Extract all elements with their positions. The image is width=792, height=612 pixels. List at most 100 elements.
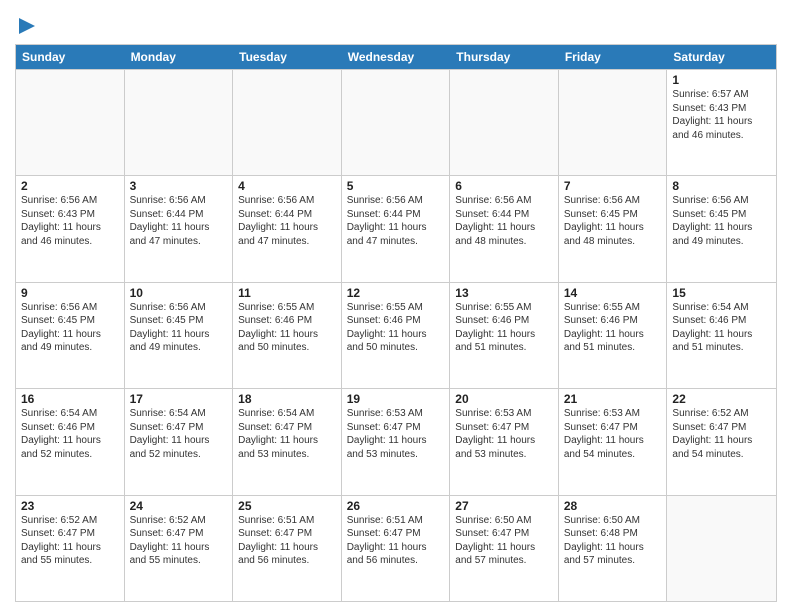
day-info: Sunrise: 6:56 AMSunset: 6:44 PMDaylight:… xyxy=(347,194,445,248)
calendar-body: 1Sunrise: 6:57 AMSunset: 6:43 PMDaylight… xyxy=(16,69,776,601)
logo-icon xyxy=(17,14,37,38)
calendar-cell xyxy=(667,496,776,601)
calendar-row: 2Sunrise: 6:56 AMSunset: 6:43 PMDaylight… xyxy=(16,175,776,281)
calendar-cell: 2Sunrise: 6:56 AMSunset: 6:43 PMDaylight… xyxy=(16,176,125,281)
calendar-header: SundayMondayTuesdayWednesdayThursdayFrid… xyxy=(16,45,776,69)
day-info: Sunrise: 6:54 AMSunset: 6:47 PMDaylight:… xyxy=(238,407,336,461)
calendar-row: 16Sunrise: 6:54 AMSunset: 6:46 PMDayligh… xyxy=(16,388,776,494)
calendar: SundayMondayTuesdayWednesdayThursdayFrid… xyxy=(15,44,777,602)
day-number: 19 xyxy=(347,392,445,406)
day-number: 2 xyxy=(21,179,119,193)
calendar-cell xyxy=(233,70,342,175)
day-number: 27 xyxy=(455,499,553,513)
day-number: 12 xyxy=(347,286,445,300)
day-info: Sunrise: 6:56 AMSunset: 6:43 PMDaylight:… xyxy=(21,194,119,248)
calendar-cell: 20Sunrise: 6:53 AMSunset: 6:47 PMDayligh… xyxy=(450,389,559,494)
weekday-header: Friday xyxy=(559,45,668,69)
calendar-cell: 5Sunrise: 6:56 AMSunset: 6:44 PMDaylight… xyxy=(342,176,451,281)
calendar-cell: 12Sunrise: 6:55 AMSunset: 6:46 PMDayligh… xyxy=(342,283,451,388)
day-number: 26 xyxy=(347,499,445,513)
day-info: Sunrise: 6:53 AMSunset: 6:47 PMDaylight:… xyxy=(455,407,553,461)
calendar-cell xyxy=(125,70,234,175)
calendar-row: 1Sunrise: 6:57 AMSunset: 6:43 PMDaylight… xyxy=(16,69,776,175)
day-info: Sunrise: 6:56 AMSunset: 6:45 PMDaylight:… xyxy=(672,194,771,248)
calendar-cell: 16Sunrise: 6:54 AMSunset: 6:46 PMDayligh… xyxy=(16,389,125,494)
weekday-header: Thursday xyxy=(450,45,559,69)
calendar-row: 23Sunrise: 6:52 AMSunset: 6:47 PMDayligh… xyxy=(16,495,776,601)
calendar-cell: 3Sunrise: 6:56 AMSunset: 6:44 PMDaylight… xyxy=(125,176,234,281)
day-info: Sunrise: 6:55 AMSunset: 6:46 PMDaylight:… xyxy=(564,301,662,355)
day-number: 23 xyxy=(21,499,119,513)
weekday-header: Sunday xyxy=(16,45,125,69)
day-number: 8 xyxy=(672,179,771,193)
calendar-cell: 17Sunrise: 6:54 AMSunset: 6:47 PMDayligh… xyxy=(125,389,234,494)
calendar-cell xyxy=(16,70,125,175)
day-info: Sunrise: 6:52 AMSunset: 6:47 PMDaylight:… xyxy=(21,514,119,568)
header xyxy=(15,10,777,38)
calendar-cell xyxy=(559,70,668,175)
day-info: Sunrise: 6:56 AMSunset: 6:44 PMDaylight:… xyxy=(238,194,336,248)
day-number: 13 xyxy=(455,286,553,300)
calendar-row: 9Sunrise: 6:56 AMSunset: 6:45 PMDaylight… xyxy=(16,282,776,388)
day-number: 21 xyxy=(564,392,662,406)
day-info: Sunrise: 6:57 AMSunset: 6:43 PMDaylight:… xyxy=(672,88,771,142)
day-info: Sunrise: 6:51 AMSunset: 6:47 PMDaylight:… xyxy=(238,514,336,568)
day-number: 9 xyxy=(21,286,119,300)
calendar-cell: 25Sunrise: 6:51 AMSunset: 6:47 PMDayligh… xyxy=(233,496,342,601)
day-number: 7 xyxy=(564,179,662,193)
calendar-cell: 27Sunrise: 6:50 AMSunset: 6:47 PMDayligh… xyxy=(450,496,559,601)
day-number: 11 xyxy=(238,286,336,300)
day-info: Sunrise: 6:54 AMSunset: 6:46 PMDaylight:… xyxy=(672,301,771,355)
calendar-cell xyxy=(342,70,451,175)
calendar-cell xyxy=(450,70,559,175)
day-number: 10 xyxy=(130,286,228,300)
day-number: 20 xyxy=(455,392,553,406)
day-number: 24 xyxy=(130,499,228,513)
calendar-cell: 9Sunrise: 6:56 AMSunset: 6:45 PMDaylight… xyxy=(16,283,125,388)
day-number: 1 xyxy=(672,73,771,87)
logo xyxy=(15,14,37,38)
calendar-cell: 26Sunrise: 6:51 AMSunset: 6:47 PMDayligh… xyxy=(342,496,451,601)
weekday-header: Wednesday xyxy=(342,45,451,69)
day-number: 4 xyxy=(238,179,336,193)
day-number: 16 xyxy=(21,392,119,406)
calendar-cell: 14Sunrise: 6:55 AMSunset: 6:46 PMDayligh… xyxy=(559,283,668,388)
day-info: Sunrise: 6:56 AMSunset: 6:45 PMDaylight:… xyxy=(564,194,662,248)
calendar-cell: 4Sunrise: 6:56 AMSunset: 6:44 PMDaylight… xyxy=(233,176,342,281)
day-info: Sunrise: 6:55 AMSunset: 6:46 PMDaylight:… xyxy=(455,301,553,355)
calendar-cell: 21Sunrise: 6:53 AMSunset: 6:47 PMDayligh… xyxy=(559,389,668,494)
calendar-cell: 11Sunrise: 6:55 AMSunset: 6:46 PMDayligh… xyxy=(233,283,342,388)
day-info: Sunrise: 6:51 AMSunset: 6:47 PMDaylight:… xyxy=(347,514,445,568)
day-info: Sunrise: 6:53 AMSunset: 6:47 PMDaylight:… xyxy=(347,407,445,461)
day-info: Sunrise: 6:52 AMSunset: 6:47 PMDaylight:… xyxy=(130,514,228,568)
calendar-cell: 23Sunrise: 6:52 AMSunset: 6:47 PMDayligh… xyxy=(16,496,125,601)
day-info: Sunrise: 6:56 AMSunset: 6:45 PMDaylight:… xyxy=(21,301,119,355)
weekday-header: Monday xyxy=(125,45,234,69)
calendar-cell: 13Sunrise: 6:55 AMSunset: 6:46 PMDayligh… xyxy=(450,283,559,388)
calendar-cell: 24Sunrise: 6:52 AMSunset: 6:47 PMDayligh… xyxy=(125,496,234,601)
calendar-cell: 15Sunrise: 6:54 AMSunset: 6:46 PMDayligh… xyxy=(667,283,776,388)
day-number: 5 xyxy=(347,179,445,193)
page: SundayMondayTuesdayWednesdayThursdayFrid… xyxy=(0,0,792,612)
calendar-cell: 8Sunrise: 6:56 AMSunset: 6:45 PMDaylight… xyxy=(667,176,776,281)
day-number: 3 xyxy=(130,179,228,193)
day-info: Sunrise: 6:54 AMSunset: 6:47 PMDaylight:… xyxy=(130,407,228,461)
calendar-cell: 6Sunrise: 6:56 AMSunset: 6:44 PMDaylight… xyxy=(450,176,559,281)
day-number: 18 xyxy=(238,392,336,406)
weekday-header: Tuesday xyxy=(233,45,342,69)
day-number: 15 xyxy=(672,286,771,300)
day-info: Sunrise: 6:55 AMSunset: 6:46 PMDaylight:… xyxy=(238,301,336,355)
calendar-cell: 22Sunrise: 6:52 AMSunset: 6:47 PMDayligh… xyxy=(667,389,776,494)
day-info: Sunrise: 6:56 AMSunset: 6:44 PMDaylight:… xyxy=(130,194,228,248)
day-info: Sunrise: 6:56 AMSunset: 6:45 PMDaylight:… xyxy=(130,301,228,355)
day-number: 25 xyxy=(238,499,336,513)
weekday-header: Saturday xyxy=(667,45,776,69)
day-number: 28 xyxy=(564,499,662,513)
day-number: 6 xyxy=(455,179,553,193)
day-info: Sunrise: 6:50 AMSunset: 6:48 PMDaylight:… xyxy=(564,514,662,568)
calendar-cell: 19Sunrise: 6:53 AMSunset: 6:47 PMDayligh… xyxy=(342,389,451,494)
day-info: Sunrise: 6:55 AMSunset: 6:46 PMDaylight:… xyxy=(347,301,445,355)
day-info: Sunrise: 6:53 AMSunset: 6:47 PMDaylight:… xyxy=(564,407,662,461)
day-number: 14 xyxy=(564,286,662,300)
day-info: Sunrise: 6:50 AMSunset: 6:47 PMDaylight:… xyxy=(455,514,553,568)
